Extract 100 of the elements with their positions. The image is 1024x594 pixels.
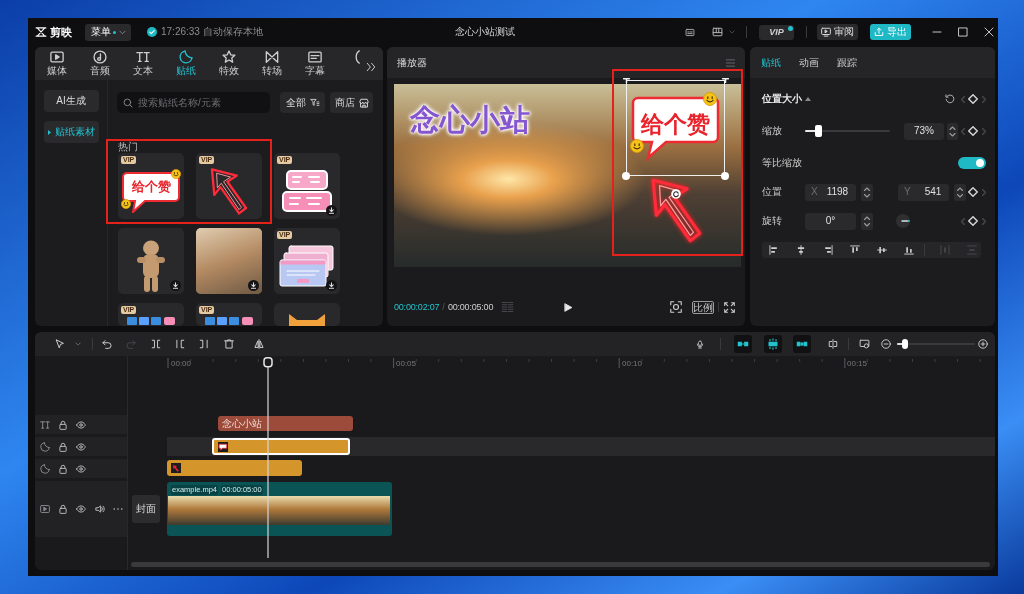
ratio-button[interactable]: 比例	[692, 300, 714, 314]
align-middle-icon[interactable]	[877, 245, 887, 255]
sticker-tile[interactable]	[118, 228, 184, 294]
trash-icon[interactable]	[224, 339, 234, 349]
scale-value-field[interactable]: 73%	[904, 122, 944, 140]
resize-handle[interactable]	[622, 172, 630, 180]
eye-icon[interactable]	[76, 441, 86, 452]
align-right-icon[interactable]	[823, 245, 833, 255]
filter-button[interactable]: 全部	[280, 92, 325, 113]
zoom-slider[interactable]	[897, 339, 975, 349]
stepper-icon[interactable]	[954, 183, 966, 201]
align-bottom-icon[interactable]	[904, 245, 914, 255]
sticker-clip[interactable]	[212, 438, 350, 455]
sidebar-item[interactable]: 贴纸素材	[43, 121, 99, 143]
playhead[interactable]	[263, 357, 273, 558]
timeline-ruler[interactable]: 00:00 00:05 00:10 00:15	[167, 356, 995, 374]
sticker-tile[interactable]	[196, 228, 262, 294]
focus-frame-icon[interactable]	[670, 301, 682, 313]
download-icon[interactable]	[170, 280, 181, 291]
resize-handle[interactable]	[721, 172, 729, 180]
tab[interactable]: 特效	[207, 50, 250, 80]
sticker-tile[interactable]	[274, 303, 340, 326]
rotate-handle-icon[interactable]	[671, 189, 681, 199]
snap-toggle[interactable]	[734, 335, 752, 353]
star-icon	[221, 50, 236, 64]
download-icon[interactable]	[248, 280, 259, 291]
undo-icon[interactable]	[102, 339, 112, 349]
tab[interactable]: 动画	[799, 56, 819, 69]
split-right-icon[interactable]	[199, 339, 209, 349]
search-field[interactable]: 搜索贴纸名称/元素	[117, 92, 270, 113]
tab[interactable]: 转场	[250, 50, 293, 80]
mirror-icon[interactable]	[253, 339, 265, 349]
lock-icon[interactable]	[58, 419, 68, 430]
text-tool-icon	[135, 50, 150, 64]
maximize-icon[interactable]	[958, 27, 968, 37]
eye-icon[interactable]	[76, 419, 86, 430]
sticker-clip[interactable]	[167, 460, 302, 476]
rotation-dial-icon[interactable]	[896, 214, 910, 228]
zoom-in-icon[interactable]	[978, 339, 988, 349]
captions-icon[interactable]	[685, 27, 695, 37]
split-left-icon[interactable]	[175, 339, 185, 349]
reset-icon[interactable]	[945, 94, 955, 104]
speaker-icon[interactable]	[95, 504, 105, 514]
double-chevron-icon[interactable]	[366, 62, 376, 72]
lock-icon[interactable]	[58, 441, 68, 452]
slider-thumb[interactable]	[901, 339, 908, 349]
position-x-field[interactable]: X 1198	[805, 183, 856, 201]
close-icon[interactable]	[984, 27, 994, 37]
tab[interactable]: 文本	[121, 50, 164, 80]
sticker-thumbnail	[218, 441, 228, 452]
play-icon[interactable]	[564, 301, 573, 313]
layout-icon[interactable]	[712, 27, 723, 37]
tab[interactable]: 字幕	[293, 50, 336, 80]
slider-thumb[interactable]	[815, 125, 823, 137]
tab[interactable]: 贴纸	[761, 56, 781, 69]
snap-toggle[interactable]	[764, 335, 782, 353]
caret-icon[interactable]	[75, 341, 81, 347]
tab[interactable]: 媒体	[35, 50, 78, 80]
rotation-field[interactable]: 0°	[805, 212, 856, 230]
store-button[interactable]: 商店	[330, 92, 373, 113]
align-top-icon[interactable]	[850, 245, 860, 255]
tab[interactable]: 贴纸	[164, 50, 207, 80]
keyframe-diamond-icon[interactable]	[968, 216, 978, 226]
vip-button[interactable]: VIP	[759, 24, 794, 40]
tab[interactable]: 音频	[78, 50, 121, 80]
menu-button[interactable]: 菜单	[85, 23, 131, 41]
stepper-icon[interactable]	[947, 122, 958, 140]
resize-handle[interactable]	[722, 78, 729, 83]
position-y-field[interactable]: Y 541	[898, 183, 949, 201]
zoom-out-icon[interactable]	[881, 339, 891, 349]
eye-icon[interactable]	[76, 504, 86, 514]
lock-icon[interactable]	[58, 504, 68, 514]
snap-toggle[interactable]	[793, 335, 811, 353]
keyframe-diamond-icon[interactable]	[968, 94, 978, 104]
cursor-icon[interactable]	[55, 339, 65, 349]
download-icon[interactable]	[326, 205, 337, 216]
eye-icon[interactable]	[76, 463, 86, 474]
keyframe-diamond-icon[interactable]	[968, 126, 978, 136]
align-center-icon[interactable]	[796, 245, 806, 255]
align-left-icon[interactable]	[769, 245, 779, 255]
scrollbar[interactable]	[131, 562, 990, 567]
microphone-icon[interactable]	[696, 338, 704, 350]
keyframe-diamond-icon[interactable]	[968, 187, 978, 197]
resize-handle[interactable]	[623, 78, 630, 83]
stepper-icon[interactable]	[861, 183, 873, 201]
toggle-switch[interactable]	[958, 157, 986, 169]
scale-slider[interactable]	[805, 125, 890, 137]
lock-icon[interactable]	[58, 463, 68, 474]
split-center-icon[interactable]	[827, 339, 839, 349]
fullscreen-icon[interactable]	[724, 301, 735, 313]
tab[interactable]: 跟踪	[837, 56, 857, 69]
preview-window-icon[interactable]	[859, 339, 870, 349]
sidebar-item[interactable]: AI生成	[43, 90, 99, 112]
stepper-icon[interactable]	[861, 212, 873, 230]
download-icon[interactable]	[326, 280, 337, 291]
review-button[interactable]: 审阅	[817, 24, 858, 40]
split-icon[interactable]	[151, 339, 161, 349]
caret-up-icon[interactable]	[805, 97, 811, 101]
cover-button[interactable]: 封面	[132, 495, 160, 523]
text-clip[interactable]: 念心小站	[218, 416, 353, 431]
